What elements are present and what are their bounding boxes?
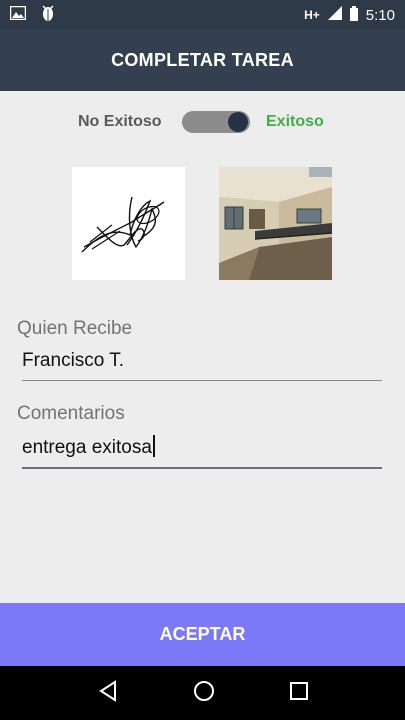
comments-value: entrega exitosa: [22, 437, 152, 458]
switch-on-label: Exitoso: [266, 113, 324, 130]
clock: 5:10: [365, 6, 395, 24]
comments-input[interactable]: entrega exitosa: [22, 435, 382, 469]
switch-off-label: No Exitoso: [78, 113, 162, 130]
network-type: H+: [304, 8, 320, 22]
image-icon: [9, 5, 27, 25]
page-title: COMPLETAR TAREA: [111, 50, 294, 70]
status-bar: H+ 5:10: [0, 0, 405, 30]
receiver-value: Francisco T.: [22, 350, 125, 371]
bug-notification-icon: [40, 4, 56, 27]
comments-label: Comentarios: [17, 403, 125, 424]
task-form: No Exitoso Exitoso Quien Recibe Francisc…: [0, 91, 405, 603]
delivery-photo[interactable]: [219, 167, 332, 280]
signal-icon: [327, 6, 342, 24]
toolbar: COMPLETAR TAREA: [0, 30, 405, 91]
back-icon[interactable]: [98, 679, 118, 707]
toggle-thumb: [228, 112, 248, 132]
signature-image[interactable]: [72, 167, 185, 280]
receiver-input[interactable]: Francisco T.: [22, 350, 382, 381]
result-toggle-switch[interactable]: [182, 111, 250, 133]
navigation-bar: [0, 666, 405, 720]
accept-button[interactable]: ACEPTAR: [0, 603, 405, 666]
home-icon[interactable]: [193, 680, 215, 707]
result-switch-row: No Exitoso Exitoso: [0, 109, 405, 135]
battery-icon: [349, 5, 358, 25]
receiver-label: Quien Recibe: [17, 318, 133, 339]
text-cursor: [152, 435, 155, 457]
recents-icon[interactable]: [289, 681, 308, 705]
